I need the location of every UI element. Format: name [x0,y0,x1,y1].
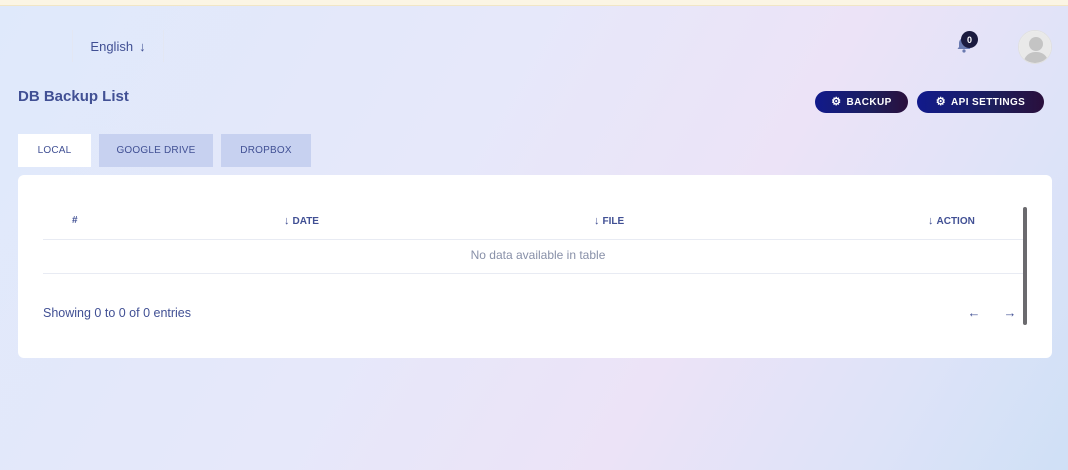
sort-arrow-icon: ↓ [284,215,290,227]
backup-table-card: # ↓ DATE ↓ FILE ↓ ACTION No data availab… [18,175,1052,358]
tab-google-drive-label: GOOGLE DRIVE [116,145,196,156]
column-header-date[interactable]: ↓ DATE [284,215,319,227]
sort-arrow-icon: ↓ [594,215,600,227]
tab-google-drive[interactable]: GOOGLE DRIVE [99,134,213,167]
previous-page-button[interactable]: ← [964,302,984,322]
column-header-date-label: DATE [292,215,319,227]
notification-badge: 0 [961,31,978,48]
header-divider [43,239,1025,240]
arrow-right-icon: → [1003,304,1017,320]
backup-button[interactable]: ⚙ BACKUP [815,91,908,113]
tab-local-label: LOCAL [37,145,72,156]
api-settings-button[interactable]: ⚙ API SETTINGS [917,91,1044,113]
next-page-button[interactable]: → [1000,302,1020,322]
avatar[interactable] [1018,30,1052,64]
tab-dropbox[interactable]: DROPBOX [221,134,311,167]
column-header-number[interactable]: # [72,215,78,226]
column-header-action[interactable]: ↓ ACTION [928,215,975,227]
column-header-number-label: # [72,215,78,226]
sort-arrow-icon: ↓ [928,215,934,227]
arrow-down-icon: ↓ [139,38,146,54]
gear-icon: ⚙ [935,95,946,108]
vertical-scrollbar[interactable] [1023,207,1027,325]
arrow-left-icon: ← [967,304,981,320]
tab-dropbox-label: DROPBOX [240,145,292,156]
user-silhouette-icon [1019,31,1051,63]
column-header-file-label: FILE [602,215,625,227]
column-header-file[interactable]: ↓ FILE [594,215,624,227]
language-selector[interactable]: English ↓ [72,30,164,62]
page-title: DB Backup List [18,88,129,105]
table-info: Showing 0 to 0 of 0 entries [43,306,192,320]
row-divider [43,273,1025,274]
gear-icon: ⚙ [831,95,842,108]
backup-button-label: BACKUP [846,96,892,108]
tab-local[interactable]: LOCAL [18,134,91,167]
column-header-action-label: ACTION [936,215,975,227]
api-settings-button-label: API SETTINGS [951,96,1026,108]
top-strip [0,0,1068,6]
language-label: English [90,38,134,54]
empty-table-message: No data available in table [470,248,606,262]
